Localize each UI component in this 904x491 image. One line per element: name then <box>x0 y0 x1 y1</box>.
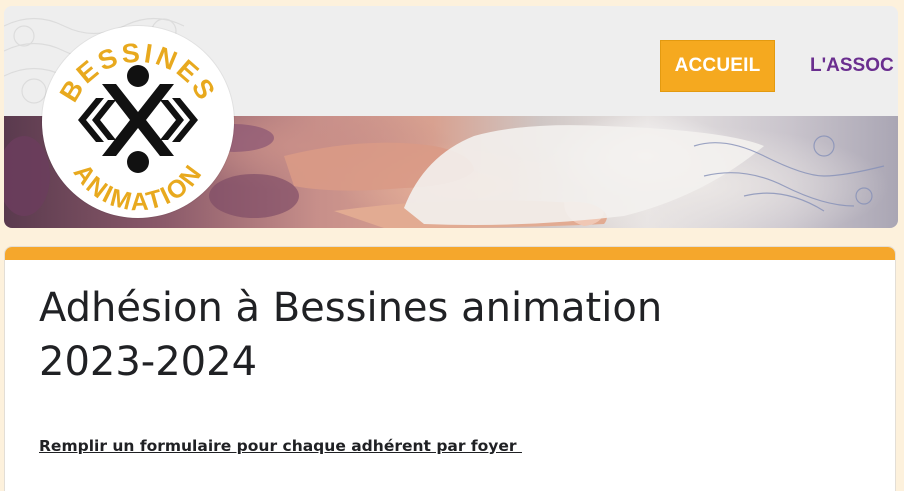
form-title-line1: Adhésion à Bessines animation <box>39 285 663 331</box>
form-title-line2: 2023-2024 <box>39 339 258 385</box>
header-banner: ACCUEIL L'ASSOC BESSINES ANIMATION <box>4 6 898 228</box>
page: ACCUEIL L'ASSOC BESSINES ANIMATION Adhés… <box>0 0 904 491</box>
form-description: Remplir un formulaire pour chaque adhére… <box>39 437 522 455</box>
nav-association-link[interactable]: L'ASSOC <box>810 40 894 92</box>
logo-emblem: BESSINES ANIMATION <box>54 37 219 216</box>
card-accent-bar <box>5 247 895 260</box>
bessines-animation-logo[interactable]: BESSINES ANIMATION <box>42 26 234 218</box>
form-header-card: Adhésion à Bessines animation 2023-2024 … <box>4 246 896 491</box>
nav-accueil-button[interactable]: ACCUEIL <box>660 40 775 92</box>
form-title: Adhésion à Bessines animation 2023-2024 <box>39 281 739 389</box>
